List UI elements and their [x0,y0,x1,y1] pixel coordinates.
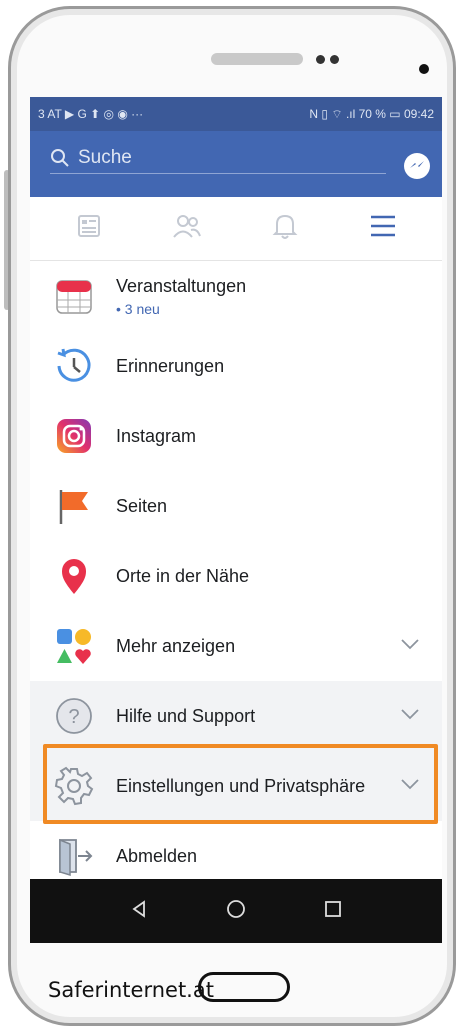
sensor-dot [330,55,339,64]
tab-friends[interactable] [165,209,209,249]
search-input[interactable]: Suche [50,143,386,174]
menu-label: Mehr anzeigen [116,635,236,656]
watermark: Saferinternet.at [48,978,214,1002]
logout-door-icon [52,834,96,878]
search-icon [50,148,70,168]
sensor-dot [316,55,325,64]
app-screen: 3 AT ▶ G ⬆ ◎ ◉ ··· N ▯ ⌔ .ıl 70 % ▭ 09:4… [30,97,442,943]
tab-newsfeed[interactable] [67,209,111,249]
front-camera [419,64,429,74]
status-bar: 3 AT ▶ G ⬆ ◎ ◉ ··· N ▯ ⌔ .ıl 70 % ▭ 09:4… [30,97,442,131]
new-count-badge: • 3 neu [116,300,160,317]
hamburger-icon [369,214,397,243]
tab-menu[interactable] [361,209,405,249]
tab-notifications[interactable] [263,209,307,249]
back-triangle-icon [130,899,148,923]
menu-label: Erinnerungen [116,355,225,376]
menu-item-einstellungen[interactable]: Einstellungen und Privatsphäre [30,751,442,821]
menu-item-veranstaltungen[interactable]: Veranstaltungen • 3 neu [30,261,442,331]
menu-label: Instagram [116,425,197,446]
menu-label: Einstellungen und Privatsphäre [116,775,366,796]
search-header: Suche [30,131,442,197]
shapes-icon [52,624,96,668]
menu-label: Veranstaltungen [116,275,247,296]
calendar-icon [52,274,96,318]
location-pin-icon [52,554,96,598]
tab-bar [30,197,442,261]
menu-label: Orte in der Nähe [116,565,250,586]
status-left: 3 AT ▶ G ⬆ ◎ ◉ ··· [38,107,144,121]
menu-item-erinnerungen[interactable]: Erinnerungen [30,331,442,401]
android-nav-bar [30,879,442,943]
status-right: N ▯ ⌔ .ıl 70 % ▭ 09:42 [309,106,434,121]
menu-label: Seiten [116,495,168,516]
svg-text:?: ? [68,706,79,728]
menu-item-mehr-anzeigen[interactable]: Mehr anzeigen [30,611,442,681]
recents-button[interactable] [313,891,353,931]
menu-item-instagram[interactable]: Instagram [30,401,442,471]
flag-icon [52,484,96,528]
search-placeholder: Suche [78,147,132,168]
chevron-down-icon [400,637,420,655]
menu-item-orte[interactable]: Orte in der Nähe [30,541,442,611]
help-icon: ? [52,694,96,738]
menu-label: Hilfe und Support [116,705,256,726]
memories-clock-icon [52,344,96,388]
phone-speaker [211,53,303,65]
chevron-down-icon [400,777,420,795]
menu-label: Abmelden [116,845,198,866]
menu-item-seiten[interactable]: Seiten [30,471,442,541]
friends-icon [172,212,202,245]
gear-icon [52,764,96,808]
chevron-down-icon [400,707,420,725]
back-button[interactable] [119,891,159,931]
menu-item-hilfe[interactable]: ? Hilfe und Support [30,681,442,751]
bell-icon [272,212,298,245]
recents-square-icon [324,900,342,923]
newsfeed-icon [75,212,103,245]
messenger-icon[interactable] [404,153,430,179]
home-circle-icon [226,899,246,924]
home-button[interactable] [216,891,256,931]
instagram-icon [52,414,96,458]
